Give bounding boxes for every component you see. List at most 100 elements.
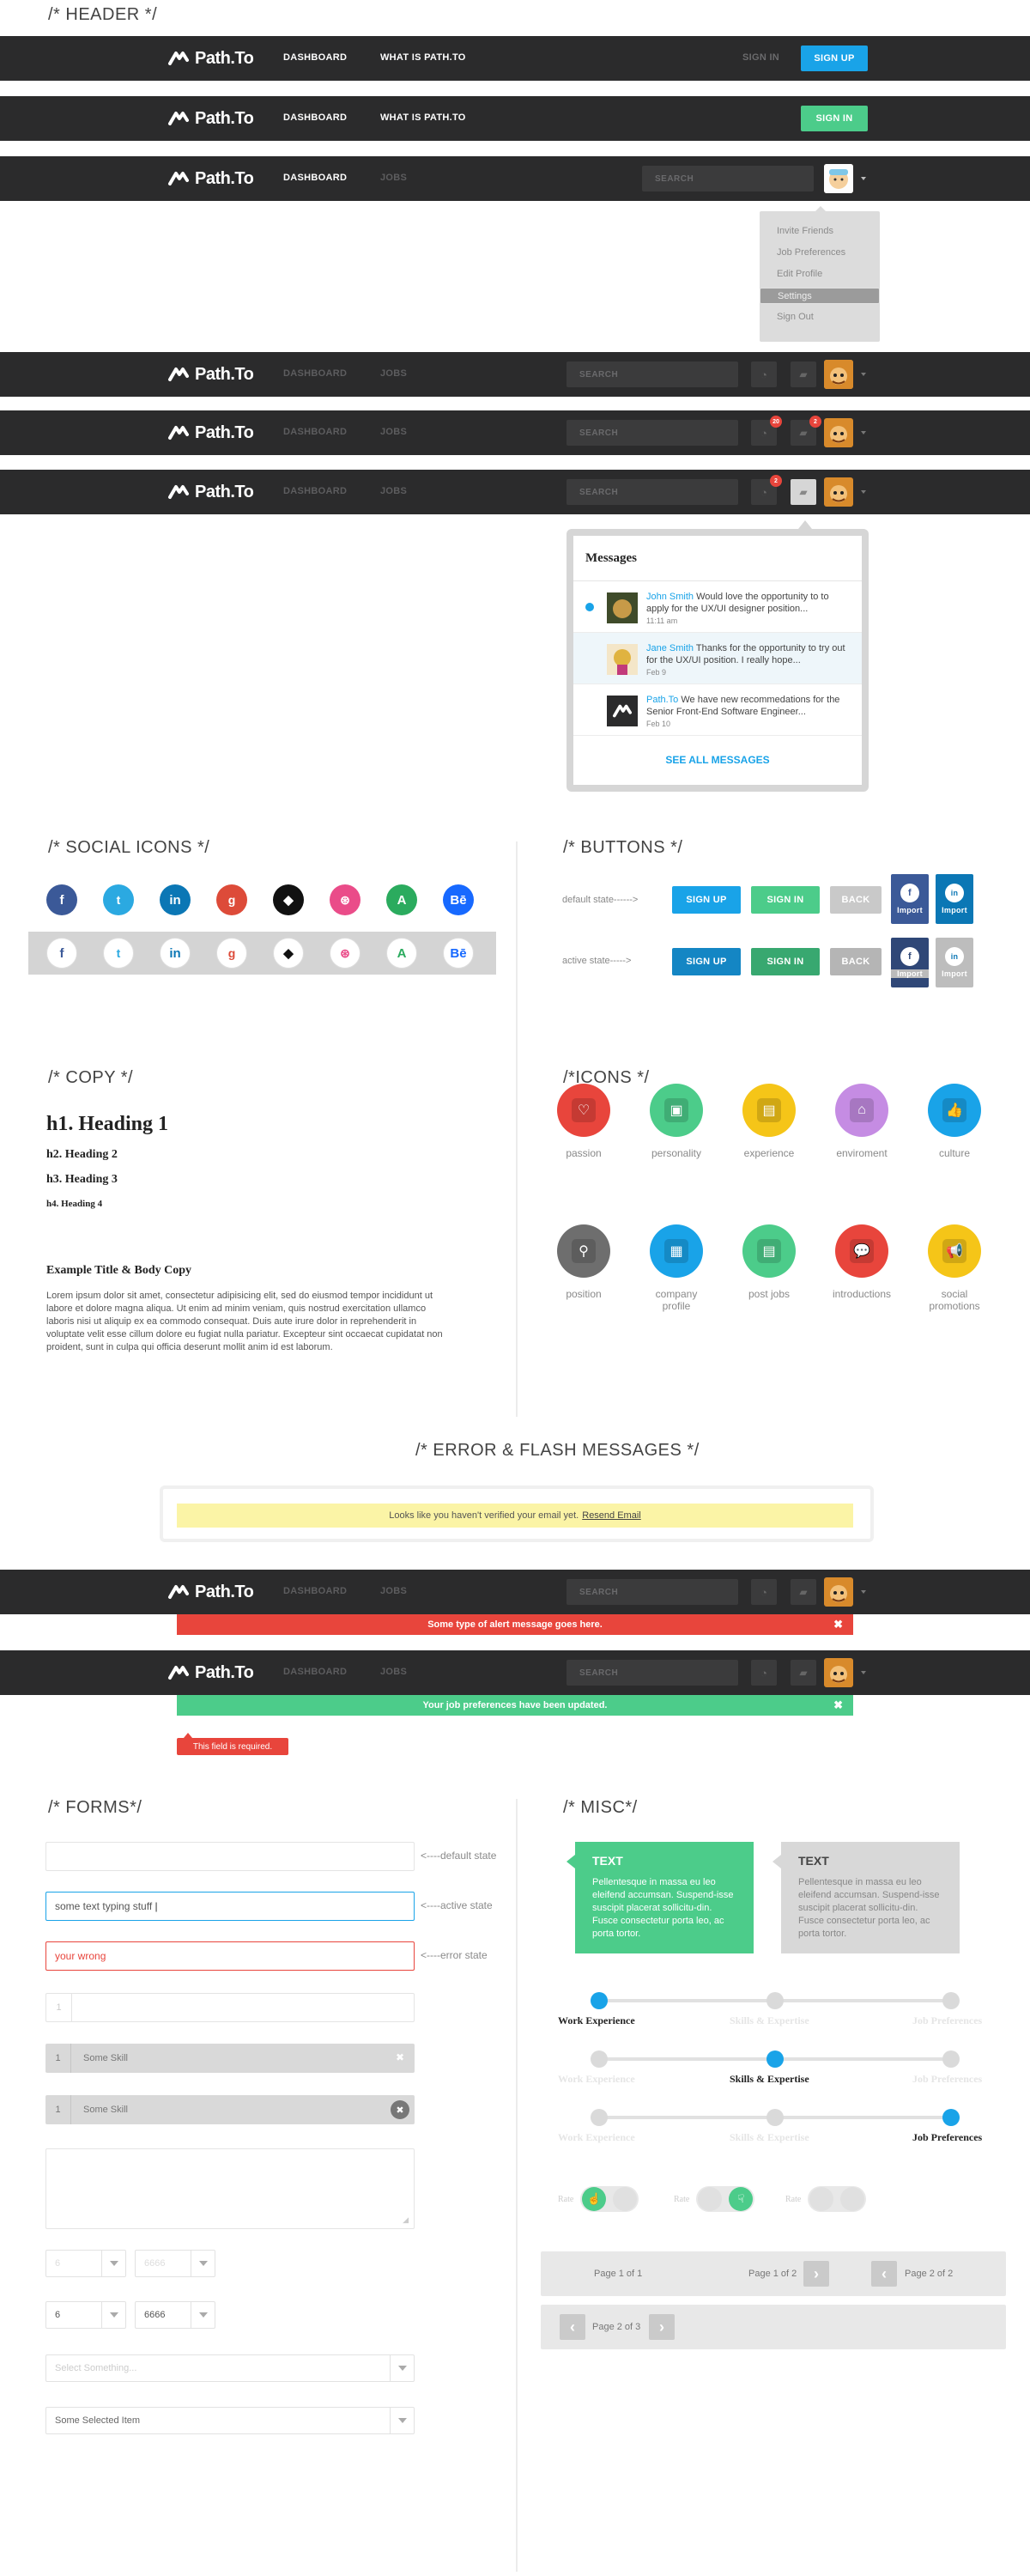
behance-icon[interactable]: Bē — [443, 884, 474, 915]
step-dot[interactable] — [942, 1992, 960, 2009]
textarea[interactable]: ◢ — [45, 2148, 415, 2229]
sender-name[interactable]: Jane Smith — [646, 643, 694, 653]
rating-toggle[interactable]: Rate ☟ — [674, 2185, 755, 2213]
thumbs-up-icon[interactable] — [809, 2187, 834, 2211]
close-icon[interactable]: ✖ — [833, 1618, 843, 1631]
facebook-import-button[interactable]: f Import — [891, 874, 929, 924]
step-dot[interactable] — [591, 2050, 608, 2068]
sign-in-button-active[interactable]: SIGN IN — [751, 948, 820, 975]
step-dot[interactable] — [942, 2109, 960, 2126]
chevron-down-icon[interactable] — [861, 177, 866, 180]
angellist-icon[interactable]: A — [386, 938, 417, 969]
menu-item-job-preferences[interactable]: Job Preferences — [760, 245, 880, 261]
sender-name[interactable]: John Smith — [646, 592, 694, 602]
messages-button[interactable]: ▰ — [791, 361, 816, 387]
facebook-icon[interactable]: f — [46, 884, 77, 915]
nav-jobs[interactable]: JOBS — [380, 368, 407, 379]
nav-dashboard[interactable]: DASHBOARD — [283, 173, 347, 183]
google-plus-icon[interactable]: g — [216, 884, 247, 915]
chevron-down-icon[interactable] — [861, 1671, 866, 1674]
avatar[interactable] — [824, 477, 853, 507]
notifications-button[interactable]: ◔ — [751, 1579, 777, 1605]
linkedin-icon[interactable]: in — [160, 884, 191, 915]
search-input[interactable]: SEARCH — [566, 361, 738, 387]
remove-icon[interactable]: ✖ — [396, 2051, 404, 2063]
nav-dashboard[interactable]: DASHBOARD — [283, 112, 347, 123]
logo[interactable]: Path.To — [167, 422, 254, 443]
step-dot[interactable] — [766, 2050, 784, 2068]
nav-jobs[interactable]: JOBS — [380, 173, 407, 183]
back-button[interactable]: BACK — [830, 886, 882, 914]
search-input[interactable]: SEARCH — [566, 1579, 738, 1605]
avatar[interactable] — [824, 360, 853, 389]
linkedin-icon[interactable]: in — [160, 938, 191, 969]
text-input-active[interactable]: some text typing stuff | — [45, 1892, 415, 1921]
menu-item-edit-profile[interactable]: Edit Profile — [760, 266, 880, 283]
google-plus-icon[interactable]: g — [216, 938, 247, 969]
search-input[interactable]: SEARCH — [642, 166, 814, 191]
chevron-down-icon[interactable] — [861, 1590, 866, 1594]
twitter-icon[interactable]: t — [103, 884, 134, 915]
skill-tag-hover[interactable]: 1 Some Skill ✖ — [45, 2095, 415, 2124]
nav-jobs[interactable]: JOBS — [380, 1667, 407, 1677]
sender-name[interactable]: Path.To — [646, 695, 678, 705]
next-page-button[interactable]: › — [803, 2261, 829, 2287]
facebook-icon[interactable]: f — [46, 938, 77, 969]
see-all-messages-link[interactable]: SEE ALL MESSAGES — [573, 754, 862, 766]
step-dot[interactable] — [766, 2109, 784, 2126]
chevron-down-icon[interactable] — [861, 490, 866, 494]
step-dot[interactable] — [942, 2050, 960, 2068]
angellist-icon[interactable]: A — [386, 884, 417, 915]
select-small-empty[interactable]: 6 — [45, 2250, 126, 2277]
sign-up-button[interactable]: SIGN UP — [672, 886, 741, 914]
behance-icon[interactable]: Bē — [443, 938, 474, 969]
thumbs-up-icon[interactable]: ☝ — [582, 2187, 607, 2211]
select-small-filled[interactable]: 6 — [45, 2301, 126, 2329]
thumbs-down-icon[interactable] — [613, 2187, 638, 2211]
sign-in-button[interactable]: SIGN IN — [801, 106, 868, 131]
search-input[interactable]: SEARCH — [566, 1660, 738, 1686]
messages-button[interactable]: ▰ — [791, 479, 816, 505]
avatar[interactable] — [824, 164, 853, 193]
search-input[interactable]: SEARCH — [566, 420, 738, 446]
notifications-button[interactable]: ◔ — [751, 1660, 777, 1686]
logo[interactable]: Path.To — [167, 108, 254, 129]
logo[interactable]: Path.To — [167, 48, 254, 69]
nav-jobs[interactable]: JOBS — [380, 1586, 407, 1596]
step-dot[interactable] — [591, 2109, 608, 2126]
remove-icon[interactable]: ✖ — [391, 2100, 409, 2119]
github-icon[interactable]: ◆ — [273, 938, 304, 969]
github-icon[interactable]: ◆ — [273, 884, 304, 915]
logo[interactable]: Path.To — [167, 1582, 254, 1602]
logo[interactable]: Path.To — [167, 364, 254, 385]
message-item[interactable]: John Smith Would love the opportunity to… — [573, 581, 862, 633]
linkedin-import-button-active[interactable]: in Import — [936, 938, 973, 987]
numbered-input[interactable]: 1 — [45, 1993, 415, 2022]
nav-dashboard[interactable]: DASHBOARD — [283, 1667, 347, 1677]
prev-page-button[interactable]: ‹ — [871, 2261, 897, 2287]
dribbble-icon[interactable]: ⊛ — [330, 938, 360, 969]
thumbs-down-icon[interactable]: ☟ — [729, 2187, 754, 2211]
back-button-active[interactable]: BACK — [830, 948, 882, 975]
resize-handle-icon[interactable]: ◢ — [403, 2215, 409, 2225]
resend-email-link[interactable]: Resend Email — [582, 1510, 640, 1521]
avatar[interactable] — [824, 1658, 853, 1687]
sign-up-button-active[interactable]: SIGN UP — [672, 948, 741, 975]
nav-jobs[interactable]: JOBS — [380, 427, 407, 437]
messages-button[interactable]: ▰ — [791, 1579, 816, 1605]
next-page-button[interactable]: › — [649, 2314, 675, 2340]
nav-dashboard[interactable]: DASHBOARD — [283, 486, 347, 496]
chevron-down-icon[interactable] — [861, 373, 866, 376]
logo[interactable]: Path.To — [167, 482, 254, 502]
sign-in-button[interactable]: SIGN IN — [751, 886, 820, 914]
text-input-default[interactable] — [45, 1842, 415, 1871]
nav-dashboard[interactable]: DASHBOARD — [283, 368, 347, 379]
rating-toggle[interactable]: Rate — [785, 2185, 867, 2213]
search-input[interactable]: SEARCH — [566, 479, 738, 505]
select-filled[interactable]: Some Selected Item — [45, 2407, 415, 2434]
thumbs-up-icon[interactable] — [698, 2187, 723, 2211]
message-item[interactable]: Path.To We have new recommedations for t… — [573, 684, 862, 736]
logo[interactable]: Path.To — [167, 168, 254, 189]
menu-item-sign-out[interactable]: Sign Out — [760, 309, 880, 325]
avatar[interactable] — [824, 1577, 853, 1607]
